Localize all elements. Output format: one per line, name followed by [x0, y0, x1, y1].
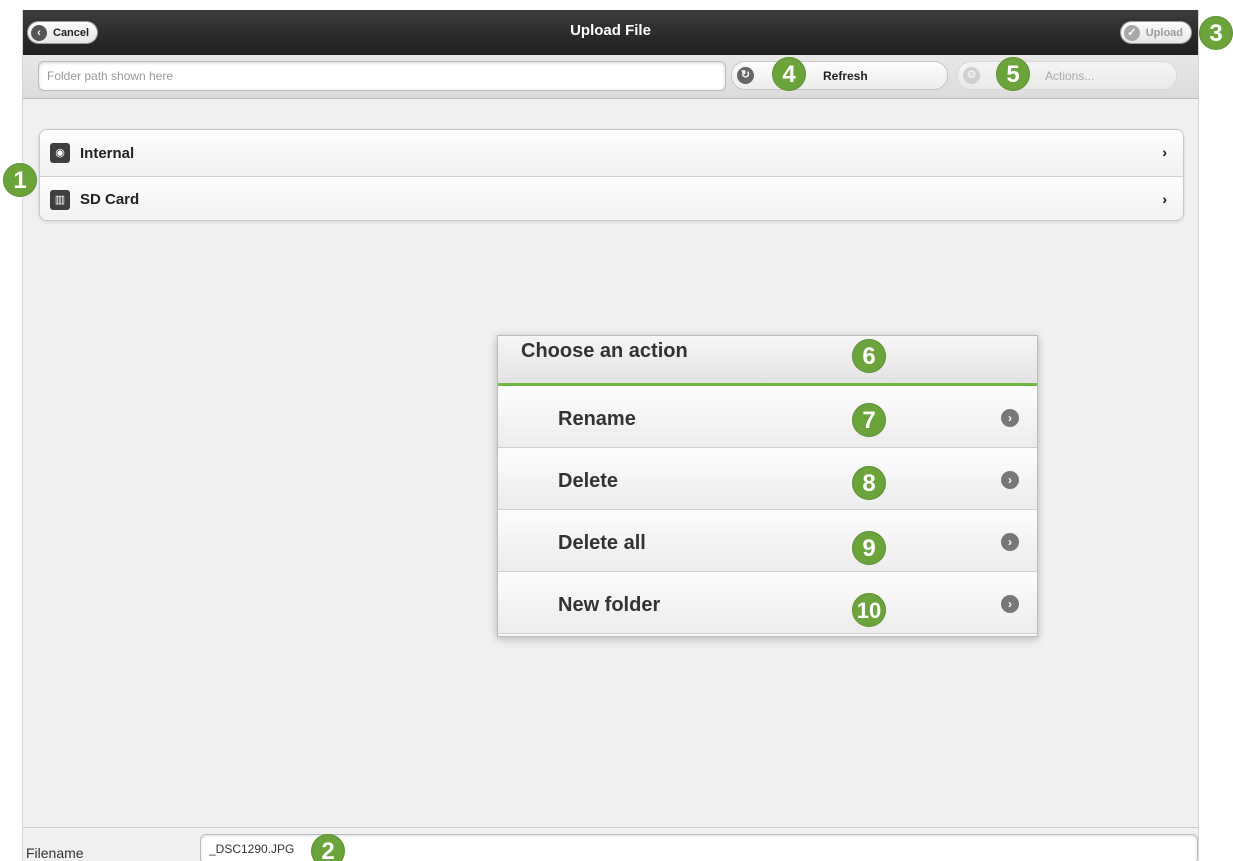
popup-item-delete[interactable]: Delete › — [498, 448, 1037, 510]
upload-button[interactable]: ✓ Upload — [1119, 21, 1192, 44]
arrow-right-icon: › — [1001, 595, 1019, 613]
arrow-right-icon: › — [1001, 471, 1019, 489]
upload-label: Upload — [1145, 26, 1183, 39]
page-title: Upload File — [570, 22, 651, 39]
refresh-label: Refresh — [823, 69, 868, 83]
chevron-right-icon: › — [1162, 144, 1167, 160]
arrow-right-icon: › — [1001, 533, 1019, 551]
upload-file-dialog: ‹ Cancel Upload File ✓ Upload ↻ Refresh … — [22, 10, 1199, 861]
filename-label: Filename — [26, 845, 84, 861]
actions-button[interactable]: ⚙ Actions... — [957, 61, 1177, 90]
list-item-label: SD Card — [80, 191, 140, 208]
popup-item-label: Rename — [558, 408, 636, 430]
callout-marker-10: 10 — [852, 593, 886, 627]
storage-list: ◉ Internal › ▥ SD Card › — [39, 129, 1184, 221]
popup-item-rename[interactable]: Rename › — [498, 386, 1037, 448]
callout-marker-4: 4 — [772, 57, 806, 91]
callout-marker-1: 1 — [3, 163, 37, 197]
action-popup: Choose an action Rename › Delete › Delet… — [497, 335, 1038, 637]
popup-item-new-folder[interactable]: New folder › — [498, 572, 1037, 634]
gear-icon: ⚙ — [963, 67, 980, 84]
callout-marker-5: 5 — [996, 57, 1030, 91]
popup-item-label: Delete all — [558, 532, 646, 554]
chevron-right-icon: › — [1162, 191, 1167, 207]
header-bar: ‹ Cancel Upload File ✓ Upload — [23, 10, 1198, 55]
list-item-internal[interactable]: ◉ Internal › — [40, 130, 1183, 176]
callout-marker-8: 8 — [852, 466, 886, 500]
list-item-sd-card[interactable]: ▥ SD Card › — [40, 176, 1183, 220]
refresh-icon: ↻ — [737, 67, 754, 84]
folder-path-input[interactable] — [38, 61, 726, 91]
popup-title: Choose an action — [521, 340, 688, 362]
filename-field[interactable] — [200, 834, 1198, 861]
actions-label: Actions... — [1045, 69, 1095, 83]
list-item-label: Internal — [80, 144, 135, 162]
callout-marker-7: 7 — [852, 403, 886, 437]
sd-card-icon: ▥ — [50, 189, 70, 210]
popup-header: Choose an action — [498, 336, 1037, 386]
popup-item-label: New folder — [558, 594, 661, 616]
popup-item-label: Delete — [558, 470, 619, 492]
hard-drive-icon: ◉ — [50, 143, 70, 163]
check-icon: ✓ — [1123, 24, 1140, 41]
callout-marker-3: 3 — [1199, 16, 1233, 50]
callout-marker-2: 2 — [311, 834, 345, 861]
arrow-right-icon: › — [1001, 409, 1019, 427]
refresh-button[interactable]: ↻ Refresh — [731, 61, 948, 90]
callout-marker-9: 9 — [852, 531, 886, 565]
footer-bar: Filename — [23, 827, 1198, 861]
popup-item-delete-all[interactable]: Delete all › — [498, 510, 1037, 572]
callout-marker-6: 6 — [852, 339, 886, 373]
